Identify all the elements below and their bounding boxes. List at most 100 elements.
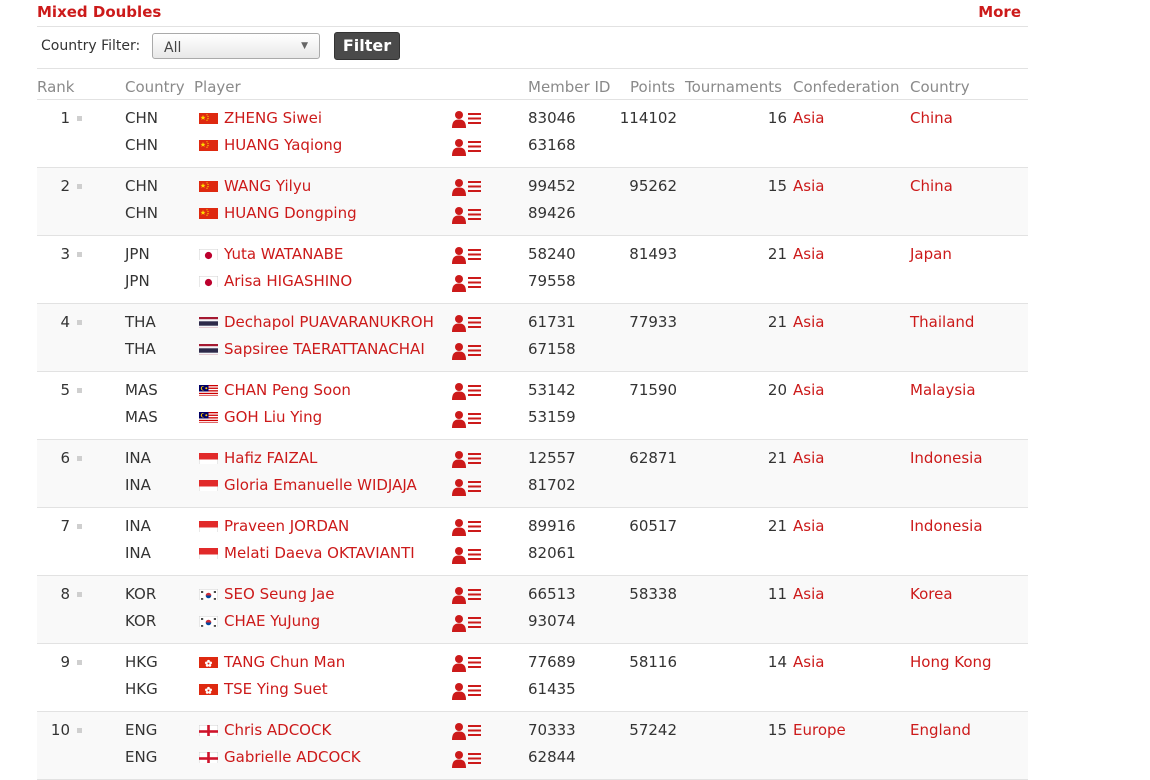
player-profile-icon[interactable] — [452, 274, 482, 292]
player-country-code: CHN — [125, 136, 158, 154]
player-name-link[interactable]: Arisa HIGASHINO — [224, 272, 352, 290]
player-profile-icon[interactable] — [452, 314, 482, 332]
column-header-tournaments[interactable]: Tournaments — [685, 78, 782, 96]
tournaments-value: 11 — [767, 585, 787, 603]
player-profile-icon[interactable] — [452, 138, 482, 156]
player-name-link[interactable]: GOH Liu Ying — [224, 408, 322, 426]
confederation-link[interactable]: Asia — [793, 177, 824, 195]
player-profile-icon[interactable] — [452, 382, 482, 400]
column-header-player[interactable]: Player — [194, 78, 241, 96]
country-link[interactable]: China — [910, 177, 953, 195]
player-country-code: JPN — [125, 272, 150, 290]
player-country-code: HKG — [125, 680, 158, 698]
player-name-link[interactable]: ZHENG Siwei — [224, 109, 322, 127]
confederation-link[interactable]: Asia — [793, 245, 824, 263]
country-link[interactable]: Hong Kong — [910, 653, 992, 671]
player-profile-icon[interactable] — [452, 586, 482, 604]
table-row: 10 ENG Chris ADCOCK 70333 ENG Gabrielle ADCOC… — [37, 712, 1028, 780]
player-name-link[interactable]: Sapsiree TAERATTANACHAI — [224, 340, 425, 358]
country-link[interactable]: Japan — [910, 245, 952, 263]
player-profile-icon[interactable] — [452, 410, 482, 428]
column-header-confederation[interactable]: Confederation — [793, 78, 900, 96]
more-link[interactable]: More — [978, 3, 1021, 21]
player-name-link[interactable]: SEO Seung Jae — [224, 585, 334, 603]
player-profile-icon[interactable] — [452, 478, 482, 496]
column-header-rank[interactable]: Rank — [37, 78, 74, 96]
player-name-link[interactable]: Dechapol PUAVARANUKROH — [224, 313, 434, 331]
player-name-link[interactable]: HUANG Yaqiong — [224, 136, 342, 154]
player-profile-icon[interactable] — [452, 110, 482, 128]
country-link[interactable]: Malaysia — [910, 381, 976, 399]
points-value: 58116 — [629, 653, 677, 671]
member-id: 99452 — [528, 177, 576, 195]
player-profile-icon[interactable] — [452, 654, 482, 672]
player-name-link[interactable]: Yuta WATANABE — [224, 245, 343, 263]
member-id: 67158 — [528, 340, 576, 358]
player-name-link[interactable]: Hafiz FAIZAL — [224, 449, 317, 467]
player-profile-icon[interactable] — [452, 614, 482, 632]
rank-change-icon — [77, 252, 82, 257]
player-country-code: CHN — [125, 204, 158, 222]
confederation-link[interactable]: Asia — [793, 381, 824, 399]
country-link[interactable]: Thailand — [910, 313, 974, 331]
table-row: 6 INA Hafiz FAIZAL 12557 INA Gloria Emanuelle… — [37, 440, 1028, 508]
country-link[interactable]: China — [910, 109, 953, 127]
section-header: Mixed Doubles More — [37, 0, 1028, 27]
tournaments-value: 21 — [767, 449, 787, 467]
rank-change-icon — [77, 524, 82, 529]
confederation-link[interactable]: Asia — [793, 517, 824, 535]
section-title: Mixed Doubles — [37, 3, 162, 21]
player-profile-icon[interactable] — [452, 450, 482, 468]
table-row: 4 THA Dechapol PUAVARANUKROH 61731 THA Sapsir… — [37, 304, 1028, 372]
player-country-code: HKG — [125, 653, 158, 671]
country-link[interactable]: Korea — [910, 585, 953, 603]
japan-flag-icon — [199, 274, 218, 287]
player-country-code: CHN — [125, 109, 158, 127]
column-header-country[interactable]: Country — [910, 78, 970, 96]
filter-button[interactable]: Filter — [334, 32, 400, 60]
player-name-link[interactable]: Chris ADCOCK — [224, 721, 331, 739]
column-header-country-code[interactable]: Country — [125, 78, 185, 96]
country-link[interactable]: Indonesia — [910, 449, 983, 467]
confederation-link[interactable]: Europe — [793, 721, 846, 739]
confederation-link[interactable]: Asia — [793, 653, 824, 671]
column-header-points[interactable]: Points — [630, 78, 675, 96]
player-profile-icon[interactable] — [452, 246, 482, 264]
player-name-link[interactable]: Praveen JORDAN — [224, 517, 349, 535]
rank-value: 9 — [60, 653, 70, 671]
player-name-link[interactable]: WANG Yilyu — [224, 177, 311, 195]
player-profile-icon[interactable] — [452, 206, 482, 224]
thailand-flag-icon — [199, 315, 218, 328]
rank-value: 5 — [60, 381, 70, 399]
confederation-link[interactable]: Asia — [793, 449, 824, 467]
england-flag-icon — [199, 750, 218, 763]
tournaments-value: 20 — [767, 381, 787, 399]
china-flag-icon — [199, 206, 218, 219]
confederation-link[interactable]: Asia — [793, 109, 824, 127]
column-header-member-id[interactable]: Member ID — [528, 78, 610, 96]
player-name-link[interactable]: HUANG Dongping — [224, 204, 357, 222]
player-name-link[interactable]: Gloria Emanuelle WIDJAJA — [224, 476, 417, 494]
player-name-link[interactable]: CHAE YuJung — [224, 612, 320, 630]
player-profile-icon[interactable] — [452, 546, 482, 564]
player-name-link[interactable]: TSE Ying Suet — [224, 680, 328, 698]
player-profile-icon[interactable] — [452, 342, 482, 360]
confederation-link[interactable]: Asia — [793, 313, 824, 331]
table-row: 9 HKG TANG Chun Man 77689 HKG TSE Ying Suet 61… — [37, 644, 1028, 712]
player-name-link[interactable]: Melati Daeva OKTAVIANTI — [224, 544, 415, 562]
player-country-code: CHN — [125, 177, 158, 195]
player-name-link[interactable]: Gabrielle ADCOCK — [224, 748, 361, 766]
player-profile-icon[interactable] — [452, 178, 482, 196]
player-profile-icon[interactable] — [452, 750, 482, 768]
rank-value: 6 — [60, 449, 70, 467]
player-name-link[interactable]: TANG Chun Man — [224, 653, 345, 671]
country-link[interactable]: England — [910, 721, 971, 739]
points-value: 81493 — [629, 245, 677, 263]
player-name-link[interactable]: CHAN Peng Soon — [224, 381, 351, 399]
confederation-link[interactable]: Asia — [793, 585, 824, 603]
player-profile-icon[interactable] — [452, 682, 482, 700]
player-profile-icon[interactable] — [452, 722, 482, 740]
country-link[interactable]: Indonesia — [910, 517, 983, 535]
player-profile-icon[interactable] — [452, 518, 482, 536]
country-filter-select[interactable]: All ▼ — [152, 33, 320, 59]
